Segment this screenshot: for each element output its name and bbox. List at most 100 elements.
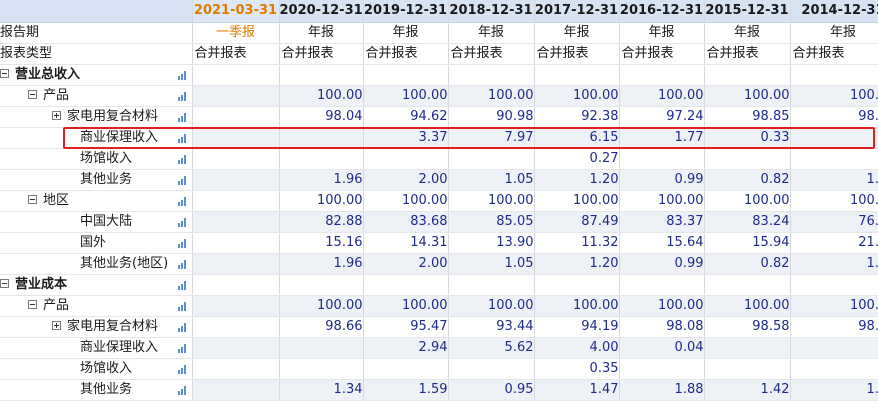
table-row[interactable]: 商业保理收入 3.37 7.97 6.15 1.77 0.33 bbox=[0, 127, 878, 149]
bar-chart-icon[interactable] bbox=[177, 238, 188, 248]
table-row[interactable]: 其他业务(地区) 1.962.001.051.200.990.821.19 bbox=[0, 253, 878, 275]
report-type-cell: 合并报表 bbox=[704, 43, 791, 65]
row-label-text: 国外 bbox=[80, 234, 107, 250]
value-cell: 0.82 bbox=[704, 253, 791, 275]
period-cell: 年报 bbox=[534, 22, 620, 44]
value-cell bbox=[448, 358, 535, 380]
bar-chart-icon[interactable] bbox=[177, 322, 188, 332]
column-date[interactable]: 2017-12-31 bbox=[534, 0, 620, 23]
column-date[interactable]: 2014-12-31 bbox=[790, 0, 878, 23]
row-label: 家电用复合材料 bbox=[0, 316, 193, 338]
table-row[interactable]: 地区 100.00 100.00 100.00 100.00 100.00 100.00 10… bbox=[0, 190, 878, 212]
value-cell bbox=[192, 358, 280, 380]
column-date[interactable]: 2018-12-31 bbox=[448, 0, 535, 23]
collapse-icon[interactable] bbox=[28, 194, 37, 204]
collapse-icon[interactable] bbox=[28, 299, 37, 309]
bar-chart-icon[interactable] bbox=[177, 175, 188, 185]
bar-chart-icon[interactable] bbox=[177, 343, 188, 353]
table-row[interactable]: 中国大陆 82.8883.6885.0587.4983.3783.2476.86 bbox=[0, 211, 878, 233]
value-cell bbox=[192, 253, 280, 275]
value-cell: 83.68 bbox=[363, 211, 449, 233]
bar-chart-icon[interactable] bbox=[177, 196, 188, 206]
table-row[interactable]: 商业保理收入 2.94 5.62 4.00 0.04 bbox=[0, 337, 878, 359]
value-cell: 14.31 bbox=[363, 232, 449, 254]
value-cell: 98.81 bbox=[790, 106, 878, 128]
value-cell: 100.00 bbox=[704, 85, 791, 107]
row-label-text: 商业保理收入 bbox=[80, 339, 159, 355]
value-cell: 98.66 bbox=[279, 316, 364, 338]
bar-chart-icon[interactable] bbox=[177, 112, 188, 122]
value-cell bbox=[619, 64, 705, 86]
value-cell: 0.35 bbox=[534, 358, 620, 380]
value-cell: 87.49 bbox=[534, 211, 620, 233]
bar-chart-icon[interactable] bbox=[177, 133, 188, 143]
table-row[interactable]: 营业成本 bbox=[0, 274, 878, 296]
value-cell: 98.58 bbox=[704, 316, 791, 338]
row-label-text: 家电用复合材料 bbox=[67, 318, 159, 334]
value-cell bbox=[363, 358, 449, 380]
column-date[interactable]: 2016-12-31 bbox=[619, 0, 705, 23]
period-cell: 一季报 bbox=[192, 22, 280, 44]
bar-chart-icon[interactable] bbox=[177, 259, 188, 269]
bar-chart-icon[interactable] bbox=[177, 301, 188, 311]
collapse-icon[interactable] bbox=[0, 278, 9, 288]
value-cell: 100.00 bbox=[534, 295, 620, 317]
table-row[interactable]: 家电用复合材料 98.0494.6290.9892.3897.2498.8598.… bbox=[0, 106, 878, 128]
value-cell: 90.98 bbox=[448, 106, 535, 128]
column-date[interactable]: 2019-12-31 bbox=[363, 0, 449, 23]
value-cell: 98.54 bbox=[790, 316, 878, 338]
bar-chart-icon[interactable] bbox=[177, 280, 188, 290]
table-row[interactable]: 家电用复合材料 98.6695.4793.4494.1998.0898.5898.… bbox=[0, 316, 878, 338]
report-type-cell: 合并报表 bbox=[192, 43, 280, 65]
bar-chart-icon[interactable] bbox=[177, 364, 188, 374]
report-type-cell: 合并报表 bbox=[790, 43, 878, 65]
bar-chart-icon[interactable] bbox=[177, 91, 188, 101]
row-label-text: 中国大陆 bbox=[80, 213, 133, 229]
bar-chart-icon[interactable] bbox=[177, 217, 188, 227]
value-cell: 92.38 bbox=[534, 106, 620, 128]
value-cell: 0.99 bbox=[619, 169, 705, 191]
value-cell: 1.20 bbox=[534, 169, 620, 191]
value-cell: 2.94 bbox=[363, 337, 449, 359]
collapse-icon[interactable] bbox=[28, 89, 37, 99]
table-row[interactable]: 场馆收入 0.27 bbox=[0, 148, 878, 170]
value-cell: 100.00 bbox=[279, 295, 364, 317]
collapse-icon[interactable] bbox=[0, 68, 9, 78]
value-cell: 6.15 bbox=[534, 127, 620, 149]
value-cell: 0.99 bbox=[619, 253, 705, 275]
value-cell bbox=[192, 148, 280, 170]
table-row[interactable]: 国外 15.1614.3113.9011.3215.6415.9421.94 bbox=[0, 232, 878, 254]
row-label: 营业成本 bbox=[0, 274, 193, 296]
value-cell: 100.00 bbox=[790, 85, 878, 107]
value-cell: 100.00 bbox=[279, 85, 364, 107]
table-row[interactable]: 其他业务 1.341.590.951.471.881.421.46 bbox=[0, 379, 878, 401]
value-cell: 100.00 bbox=[363, 85, 449, 107]
value-cell bbox=[279, 337, 364, 359]
bar-chart-icon[interactable] bbox=[177, 154, 188, 164]
value-cell: 2.00 bbox=[363, 169, 449, 191]
table-row[interactable]: 产品 100.00 100.00 100.00 100.00 100.00 100.00 10… bbox=[0, 85, 878, 107]
column-date[interactable]: 2020-12-31 bbox=[279, 0, 364, 23]
expand-icon[interactable] bbox=[52, 320, 61, 330]
value-cell: 100.00 bbox=[619, 85, 705, 107]
table-row[interactable]: 场馆收入 0.35 bbox=[0, 358, 878, 380]
report-type-cell: 合并报表 bbox=[448, 43, 535, 65]
value-cell bbox=[192, 295, 280, 317]
column-date[interactable]: 2021-03-31 bbox=[192, 0, 280, 23]
row-label-text: 营业成本 bbox=[15, 276, 68, 292]
value-cell: 100.00 bbox=[363, 295, 449, 317]
bar-chart-icon[interactable] bbox=[177, 70, 188, 80]
value-cell bbox=[279, 148, 364, 170]
value-cell bbox=[704, 64, 791, 86]
bar-chart-icon[interactable] bbox=[177, 385, 188, 395]
row-label: 其他业务(地区) bbox=[0, 253, 193, 275]
column-date[interactable]: 2015-12-31 bbox=[704, 0, 791, 23]
value-cell: 100.00 bbox=[790, 190, 878, 212]
value-cell bbox=[790, 358, 878, 380]
table-row[interactable]: 营业总收入 bbox=[0, 64, 878, 86]
value-cell bbox=[448, 64, 535, 86]
table-row[interactable]: 其他业务 1.962.001.051.200.990.821.19 bbox=[0, 169, 878, 191]
value-cell: 100.00 bbox=[704, 295, 791, 317]
table-row[interactable]: 产品 100.00 100.00 100.00 100.00 100.00 100.00 10… bbox=[0, 295, 878, 317]
expand-icon[interactable] bbox=[52, 110, 61, 120]
